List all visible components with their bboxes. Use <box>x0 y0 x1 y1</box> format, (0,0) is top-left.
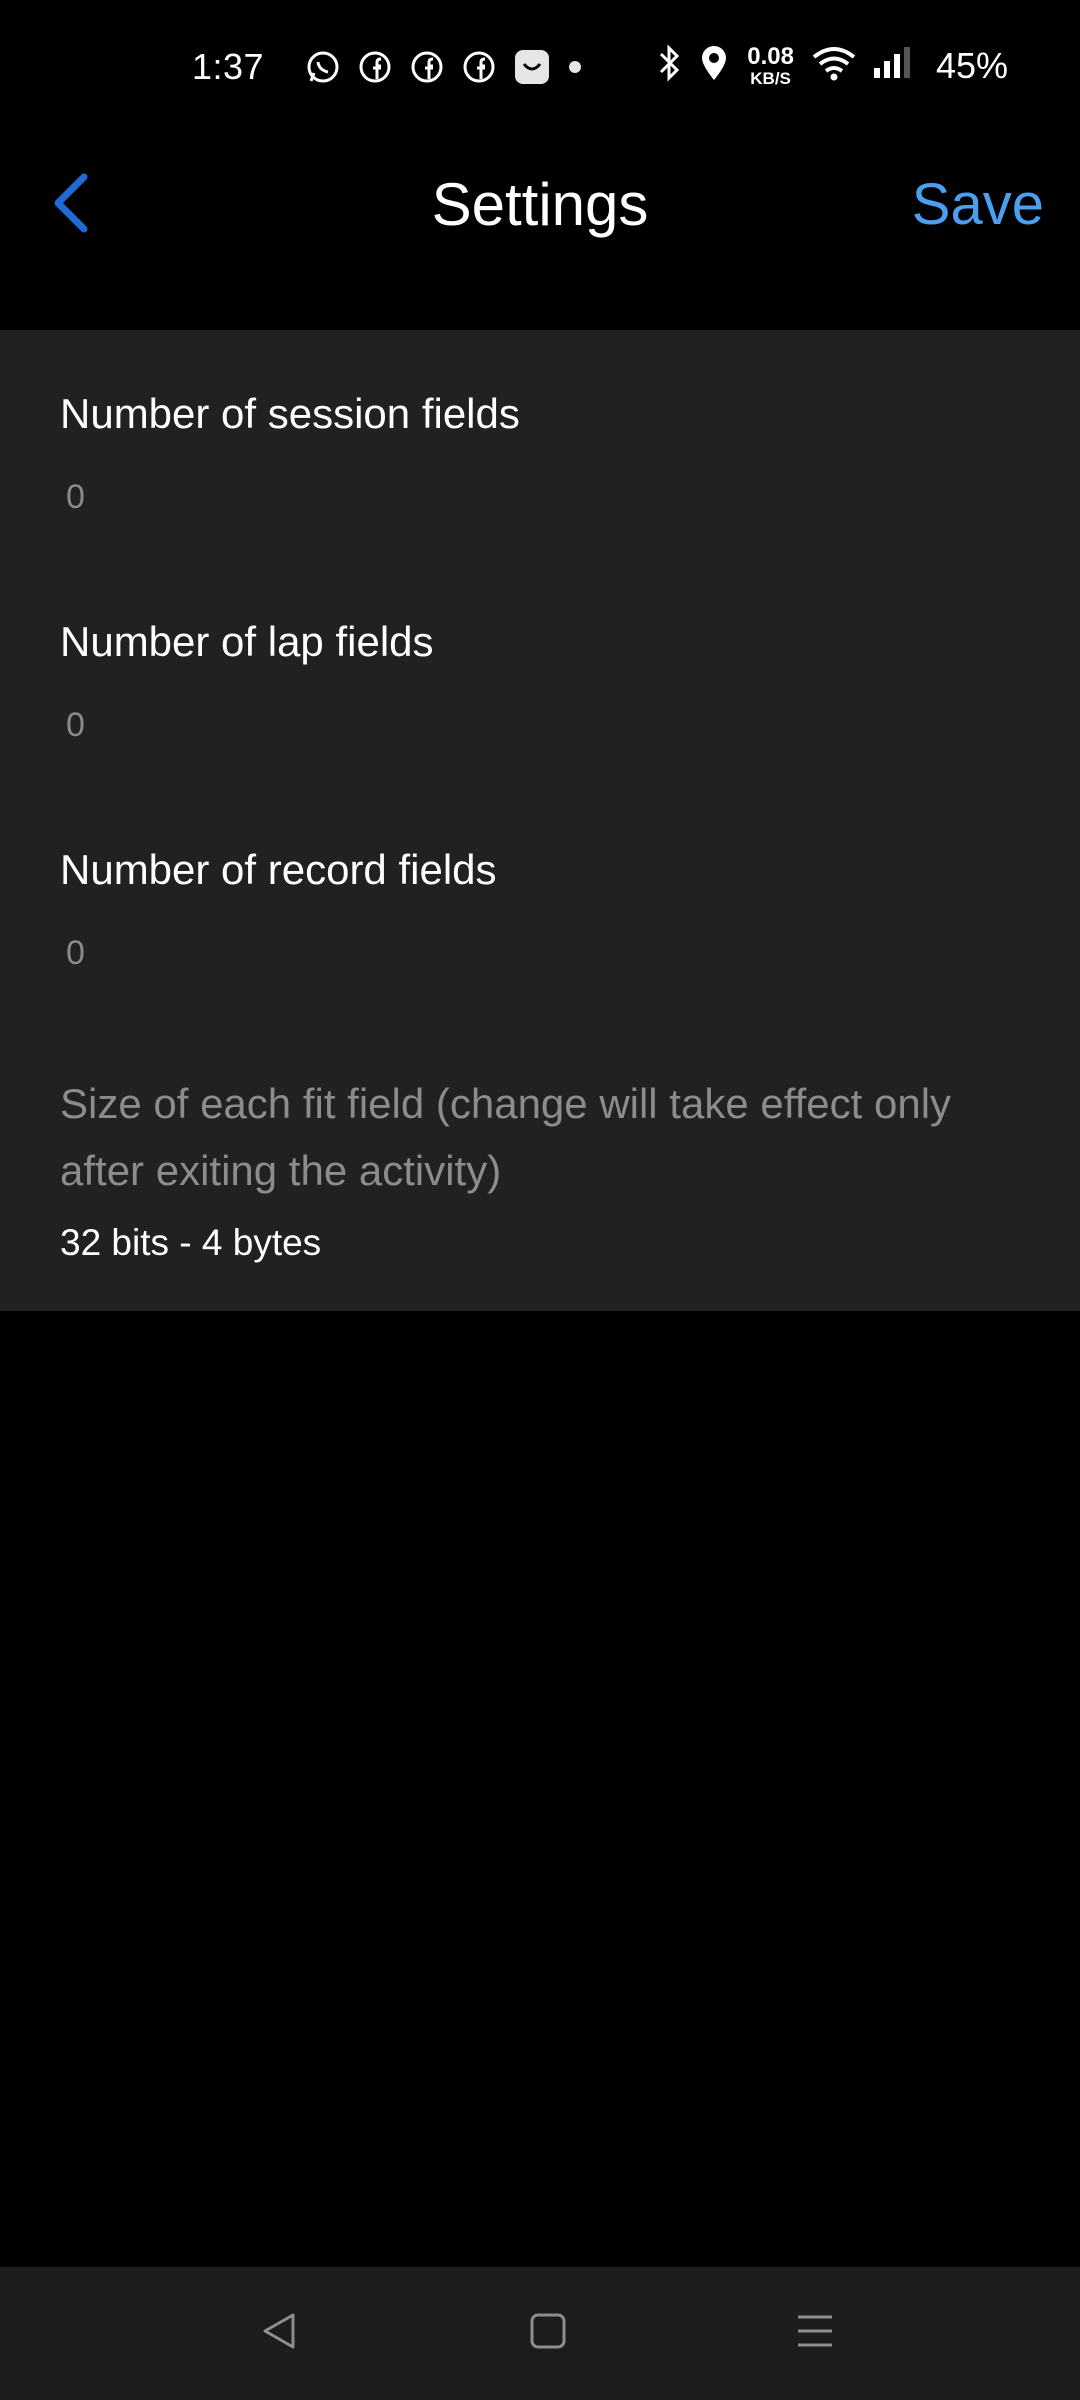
status-time: 1:37 <box>192 46 265 87</box>
system-icons: 0.08 KB/S 45% <box>655 44 1008 87</box>
location-icon <box>699 44 729 87</box>
bluetooth-icon <box>655 44 683 87</box>
shop-bag-icon <box>513 48 551 86</box>
status-bar: 1:37 0.08 KB/S 45% <box>0 0 1080 135</box>
home-square-icon <box>528 2311 568 2356</box>
field-size-value[interactable]: 32 bits - 4 bytes <box>60 1222 321 1264</box>
back-triangle-icon <box>259 2311 299 2356</box>
lap-fields-label: Number of lap fields <box>60 618 434 665</box>
facebook-icon <box>409 49 445 85</box>
settings-panel: Number of session fields 0 Number of lap… <box>0 330 1080 1311</box>
nav-back-button[interactable] <box>209 2267 349 2400</box>
wifi-icon <box>812 45 856 86</box>
facebook-icon <box>461 49 497 85</box>
net-speed: 0.08 KB/S <box>747 42 794 88</box>
lap-fields-value[interactable]: 0 <box>66 706 85 745</box>
session-fields-value[interactable]: 0 <box>66 478 85 517</box>
menu-lines-icon <box>795 2311 835 2356</box>
dot-icon <box>567 59 583 75</box>
nav-home-button[interactable] <box>478 2267 618 2400</box>
nav-recents-button[interactable] <box>745 2267 885 2400</box>
net-speed-unit: KB/S <box>750 68 791 88</box>
navigation-bar <box>0 2267 1080 2400</box>
toolbar: Settings Save <box>0 135 1080 330</box>
battery-level: 45% <box>935 44 1008 86</box>
record-fields-label: Number of record fields <box>60 846 497 893</box>
session-fields-label: Number of session fields <box>60 390 520 437</box>
field-size-description: Size of each fit field (change will take… <box>60 1080 952 1194</box>
record-fields-value[interactable]: 0 <box>66 934 85 973</box>
notification-icons <box>305 48 583 86</box>
net-speed-value: 0.08 <box>747 42 794 70</box>
save-button[interactable]: Save <box>912 155 1044 255</box>
facebook-icon <box>357 49 393 85</box>
whatsapp-icon <box>305 49 341 85</box>
signal-icon <box>872 46 914 85</box>
